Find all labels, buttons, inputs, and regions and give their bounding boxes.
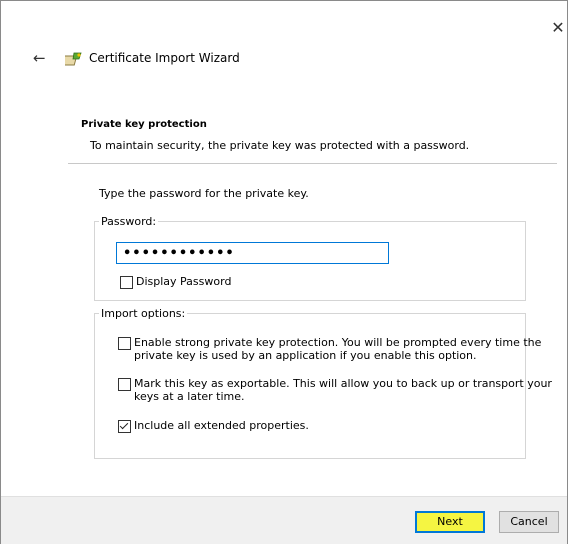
back-arrow-icon[interactable]: ← (33, 49, 51, 67)
extended-properties-label: Include all extended properties. (134, 419, 309, 432)
password-group-legend: Password: (101, 215, 157, 228)
display-password-label: Display Password (136, 275, 232, 288)
strong-protection-checkbox[interactable] (118, 337, 131, 350)
certificate-icon (65, 52, 82, 66)
display-password-option[interactable]: Display Password (120, 275, 231, 289)
password-instruction: Type the password for the private key. (99, 187, 309, 200)
close-icon[interactable]: ✕ (549, 19, 567, 37)
strong-protection-option[interactable]: Enable strong private key protection. Yo… (118, 336, 541, 362)
next-button[interactable]: Next (415, 511, 485, 533)
wizard-title: Certificate Import Wizard (89, 51, 240, 65)
section-description: To maintain security, the private key wa… (90, 139, 470, 152)
wizard-window: ✕ ← Certificate Import Wizard Private ke… (0, 0, 568, 544)
exportable-line2: keys at a later time. (134, 390, 245, 403)
strong-protection-line2: private key is used by an application if… (134, 349, 477, 362)
display-password-checkbox[interactable] (120, 276, 133, 289)
cancel-button[interactable]: Cancel (499, 511, 559, 533)
header-divider (68, 163, 557, 164)
wizard-footer: Next Cancel (1, 496, 567, 544)
exportable-line1: Mark this key as exportable. This will a… (134, 377, 552, 390)
strong-protection-label: Enable strong private key protection. Yo… (134, 336, 541, 362)
exportable-checkbox[interactable] (118, 378, 131, 391)
extended-properties-option[interactable]: Include all extended properties. (118, 419, 309, 433)
section-title: Private key protection (81, 119, 207, 130)
extended-properties-checkbox[interactable] (118, 420, 131, 433)
exportable-label: Mark this key as exportable. This will a… (134, 377, 552, 403)
strong-protection-line1: Enable strong private key protection. Yo… (134, 336, 542, 349)
import-options-legend: Import options: (101, 307, 186, 320)
exportable-option[interactable]: Mark this key as exportable. This will a… (118, 377, 552, 403)
password-input[interactable] (116, 242, 389, 264)
